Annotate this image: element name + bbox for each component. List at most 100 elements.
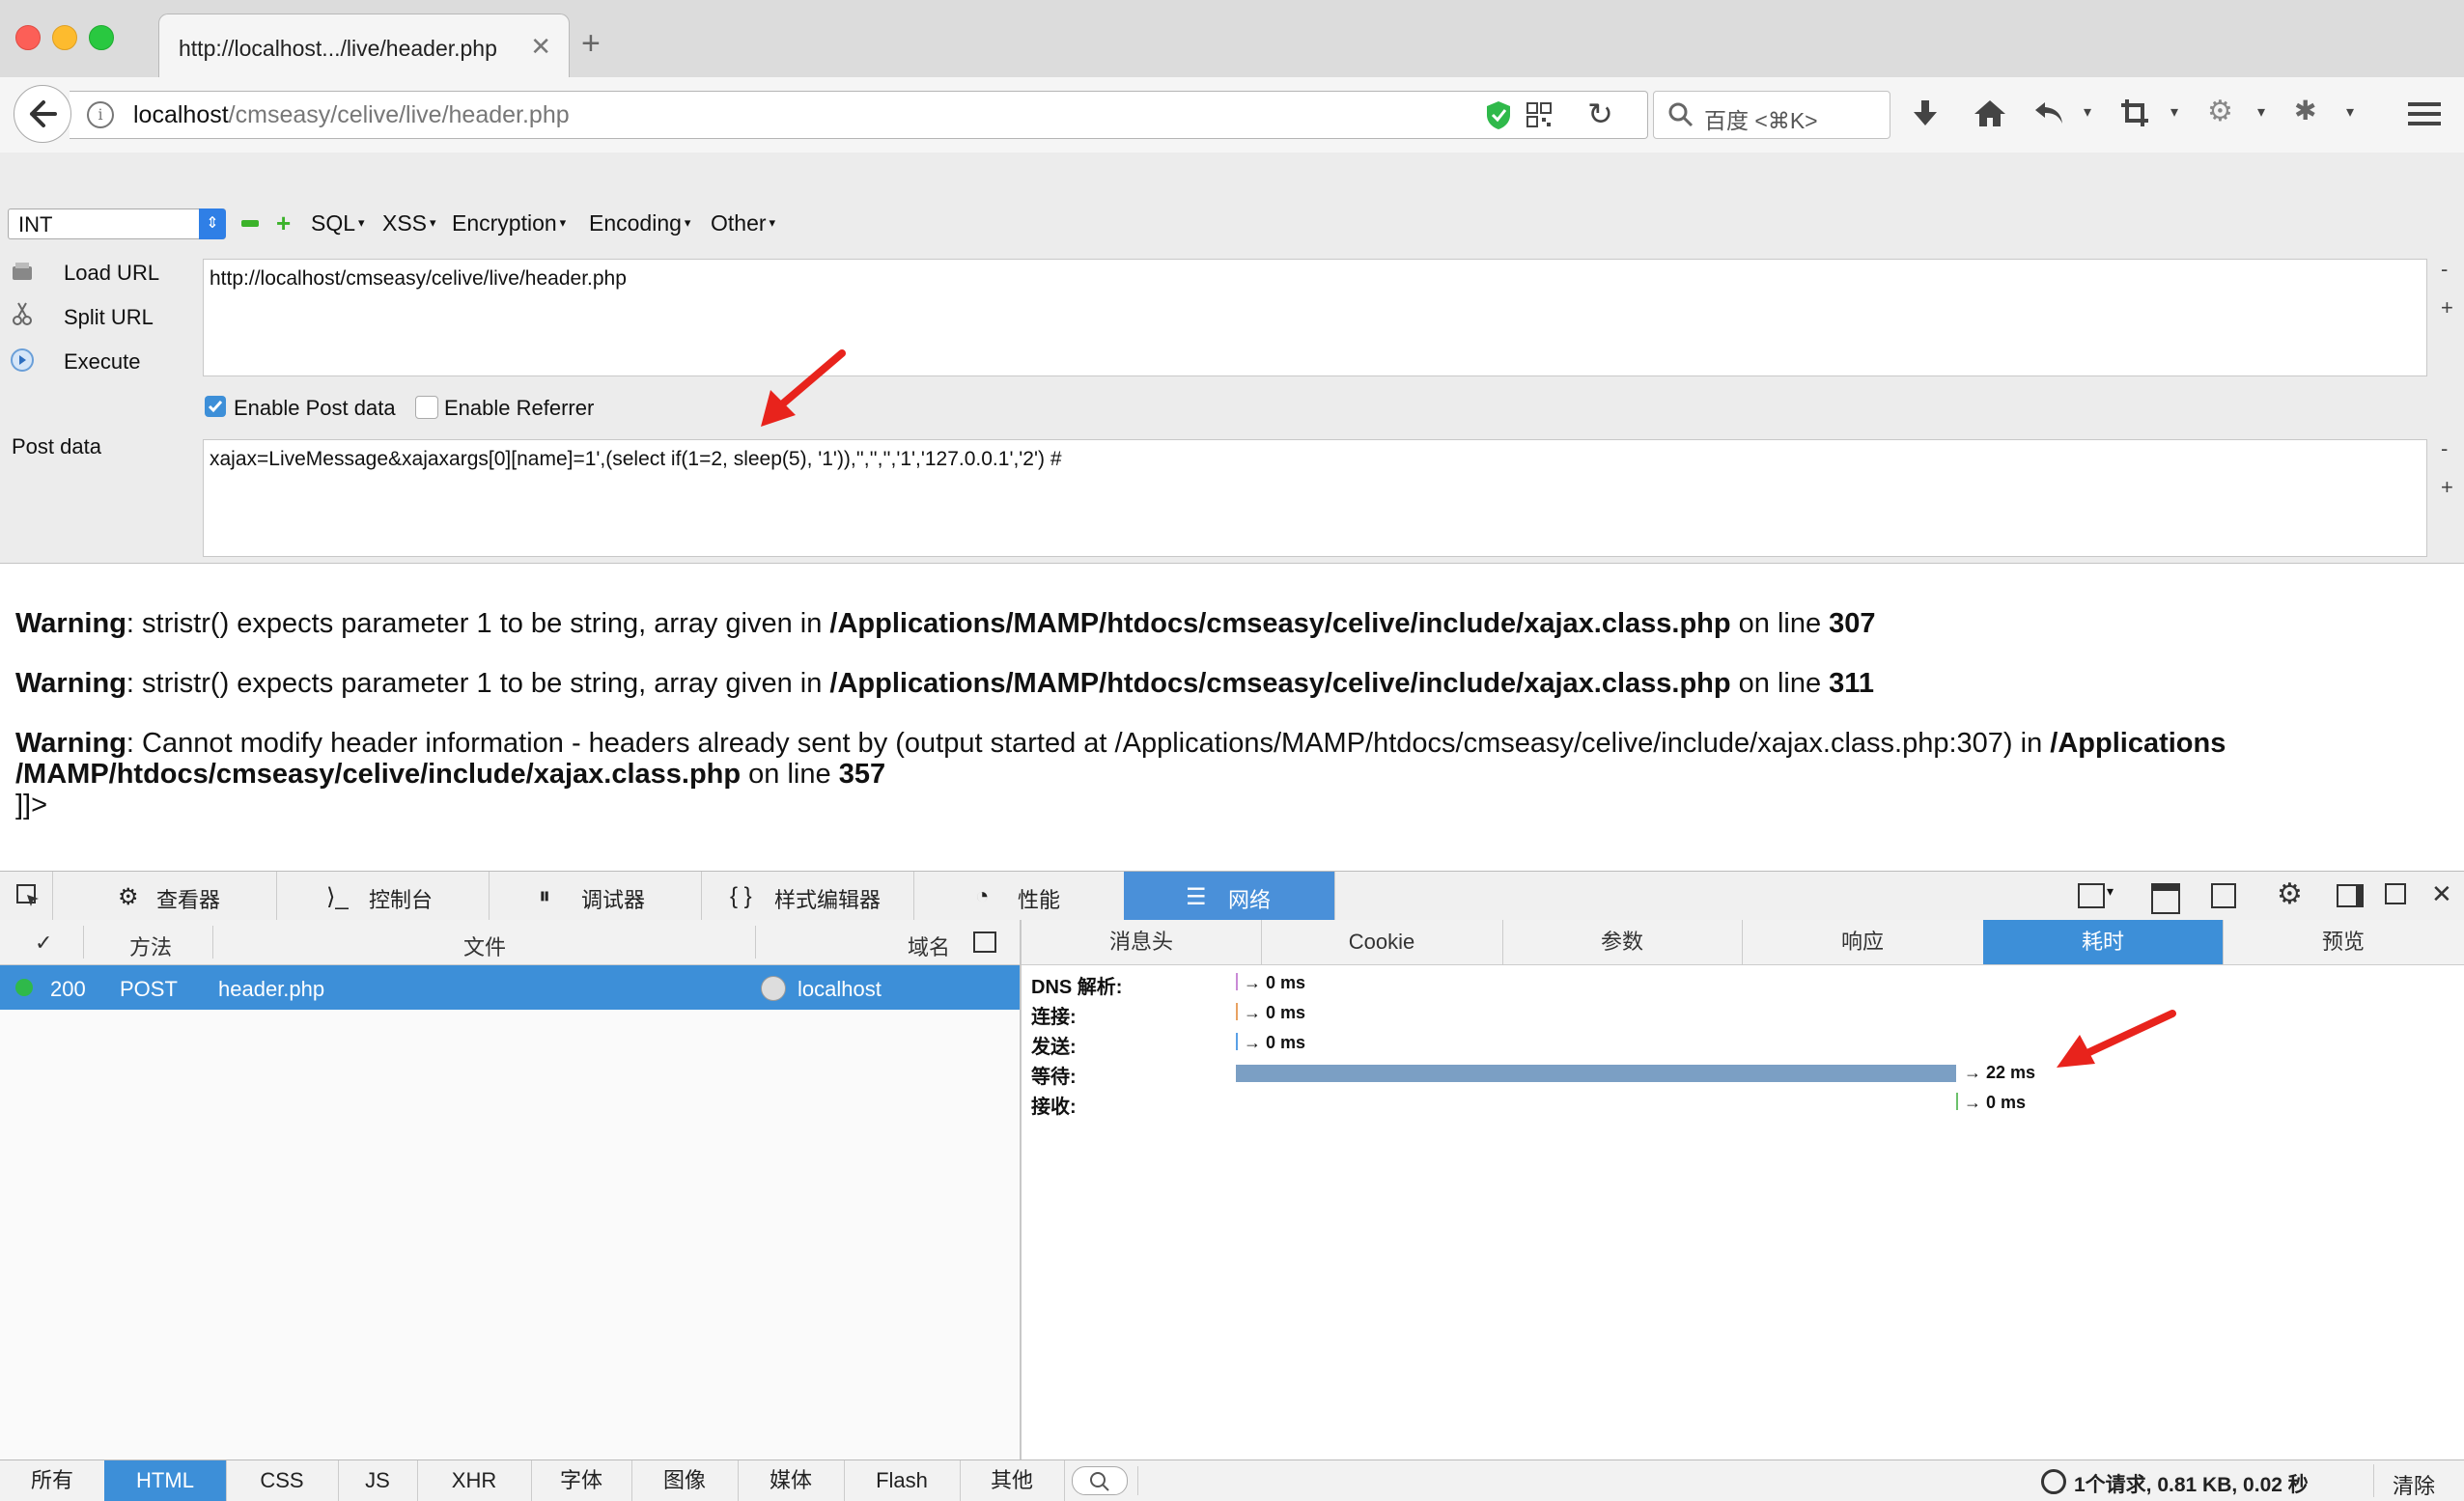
filter-fonts[interactable]: 字体 (531, 1460, 632, 1501)
clear-button[interactable]: 清除 (2393, 1469, 2435, 1500)
home-icon[interactable] (1974, 98, 2006, 127)
reload-icon[interactable]: ↻ (1587, 96, 1613, 132)
search-placeholder: 百度 <⌘K> (1704, 108, 1818, 133)
post-data-textarea[interactable]: xajax=LiveMessage&xajaxargs[0][name]=1',… (203, 439, 2427, 557)
timing-label-connect: 连接: (1031, 1007, 1077, 1028)
tab-style-editor[interactable]: { } 样式编辑器 (701, 872, 914, 920)
encryption-menu[interactable]: Encryption ▾ (452, 210, 566, 236)
table-row[interactable]: 200 POST header.php localhost (0, 965, 1020, 1010)
zoom-window-button[interactable] (89, 25, 114, 50)
execute-icon[interactable] (10, 347, 35, 373)
close-tab-icon[interactable]: ✕ (530, 32, 551, 62)
filter-js[interactable]: JS (338, 1460, 418, 1501)
filter-html[interactable]: HTML (104, 1460, 227, 1501)
enable-referrer-checkbox[interactable] (415, 396, 438, 419)
download-icon[interactable] (1912, 98, 1939, 129)
responsive-icon[interactable] (2078, 883, 2105, 908)
detail-tabs: 消息头 Cookie 参数 响应 耗时 预览 (1022, 920, 2464, 965)
column-file[interactable]: 文件 (463, 931, 506, 961)
menu-icon[interactable] (2408, 100, 2441, 127)
cdata-tail: ]]> (15, 790, 48, 820)
select-arrows-icon: ⇕ (199, 208, 226, 239)
sql-menu[interactable]: SQL ▾ (311, 210, 365, 236)
settings-gear-icon[interactable]: ⚙ (2277, 877, 2303, 911)
chevron-down-icon[interactable]: ▾ (2257, 102, 2265, 122)
column-domain[interactable]: 域名 (908, 931, 950, 961)
back-button[interactable] (14, 85, 71, 143)
filter-images[interactable]: 图像 (631, 1460, 739, 1501)
extension-icon[interactable]: ⚙ (2207, 95, 2233, 128)
toggle-sidebar-icon[interactable] (973, 931, 996, 953)
filter-all[interactable]: 所有 (0, 1460, 105, 1501)
minimize-window-button[interactable] (52, 25, 77, 50)
enable-post-checkbox[interactable] (205, 396, 226, 417)
firebug-icon[interactable]: ✱ (2294, 95, 2316, 126)
encoding-menu[interactable]: Encoding ▾ (589, 210, 690, 236)
split-console-icon[interactable] (2151, 883, 2180, 914)
filter-search-button[interactable] (1072, 1466, 1128, 1495)
column-check[interactable]: ✓ (35, 931, 52, 956)
post-grow-button[interactable]: + (2441, 475, 2453, 500)
close-devtools-icon[interactable]: ✕ (2431, 879, 2452, 909)
tab-response[interactable]: 响应 (1742, 920, 1984, 964)
xss-menu[interactable]: XSS ▾ (382, 210, 436, 236)
search-icon (1668, 102, 1694, 127)
column-method[interactable]: 方法 (129, 931, 172, 961)
url-textarea[interactable]: http://localhost/cmseasy/celive/live/hea… (203, 259, 2427, 376)
post-shrink-button[interactable]: - (2441, 436, 2448, 461)
network-icon: ☰ (1186, 884, 1207, 910)
load-url-icon[interactable] (10, 259, 35, 284)
url-bar[interactable]: i localhost/cmseasy/celive/live/header.p… (70, 91, 1648, 139)
tab-performance[interactable]: ◔ 性能 (913, 872, 1125, 920)
filter-xhr[interactable]: XHR (417, 1460, 532, 1501)
qr-code-icon[interactable] (1526, 101, 1553, 128)
frame-icon[interactable] (2211, 883, 2236, 908)
enable-referrer-label: Enable Referrer (444, 396, 595, 420)
execute-button[interactable]: Execute (64, 349, 141, 375)
crop-icon[interactable] (2120, 98, 2149, 127)
url-shrink-button[interactable]: - (2441, 257, 2448, 282)
tab-headers[interactable]: 消息头 (1022, 920, 1262, 964)
search-box[interactable]: 百度 <⌘K> (1653, 91, 1890, 139)
new-tab-button[interactable]: + (581, 25, 601, 63)
undock-icon[interactable] (2385, 883, 2406, 904)
browser-tab[interactable]: http://localhost.../live/header.php ✕ (158, 14, 570, 79)
annotation-arrow-icon (761, 349, 846, 427)
element-picker-button[interactable] (0, 872, 53, 920)
other-menu[interactable]: Other ▾ (711, 210, 775, 236)
tab-debugger[interactable]: ⏸ 调试器 (489, 872, 702, 920)
minus-icon[interactable] (241, 220, 259, 227)
timing-value-dns: → 0 ms (1244, 973, 1306, 992)
split-url-icon[interactable] (10, 301, 35, 326)
chevron-down-icon[interactable]: ▾ (2346, 102, 2354, 122)
plus-icon[interactable]: + (276, 210, 291, 236)
chevron-down-icon[interactable]: ▾ (2170, 102, 2178, 122)
tab-console[interactable]: ⟩_ 控制台 (276, 872, 490, 920)
filter-css[interactable]: CSS (226, 1460, 339, 1501)
request-list-header: ✓ 方法 文件 域名 (0, 920, 1020, 965)
tab-cookies[interactable]: Cookie (1261, 920, 1503, 964)
tab-preview[interactable]: 预览 (2223, 920, 2464, 964)
chevron-down-icon[interactable]: ▾ (2107, 883, 2114, 900)
site-info-icon[interactable]: i (87, 101, 114, 128)
url-grow-button[interactable]: + (2441, 295, 2453, 320)
type-select[interactable]: INT ⇕ (8, 208, 226, 239)
tab-timings[interactable]: 耗时 (1983, 920, 2224, 964)
load-url-button[interactable]: Load URL (64, 261, 159, 286)
filter-flash[interactable]: Flash (844, 1460, 961, 1501)
tab-params[interactable]: 参数 (1502, 920, 1743, 964)
tab-inspector[interactable]: ⚙ 查看器 (52, 872, 277, 920)
tab-network[interactable]: ☰ 网络 (1124, 872, 1335, 920)
filter-media[interactable]: 媒体 (738, 1460, 845, 1501)
chevron-down-icon[interactable]: ▾ (2084, 102, 2091, 122)
dock-side-icon[interactable] (2337, 884, 2364, 907)
split-url-button[interactable]: Split URL (64, 305, 154, 330)
filter-other[interactable]: 其他 (960, 1460, 1065, 1501)
pane-divider[interactable] (1020, 920, 1022, 1460)
timing-bar-send (1236, 1033, 1238, 1050)
undo-icon[interactable] (2033, 98, 2064, 127)
close-window-button[interactable] (15, 25, 41, 50)
shield-icon[interactable] (1485, 99, 1512, 130)
timing-value-send: → 0 ms (1244, 1033, 1306, 1052)
url-textarea-value: http://localhost/cmseasy/celive/live/hea… (210, 267, 627, 290)
